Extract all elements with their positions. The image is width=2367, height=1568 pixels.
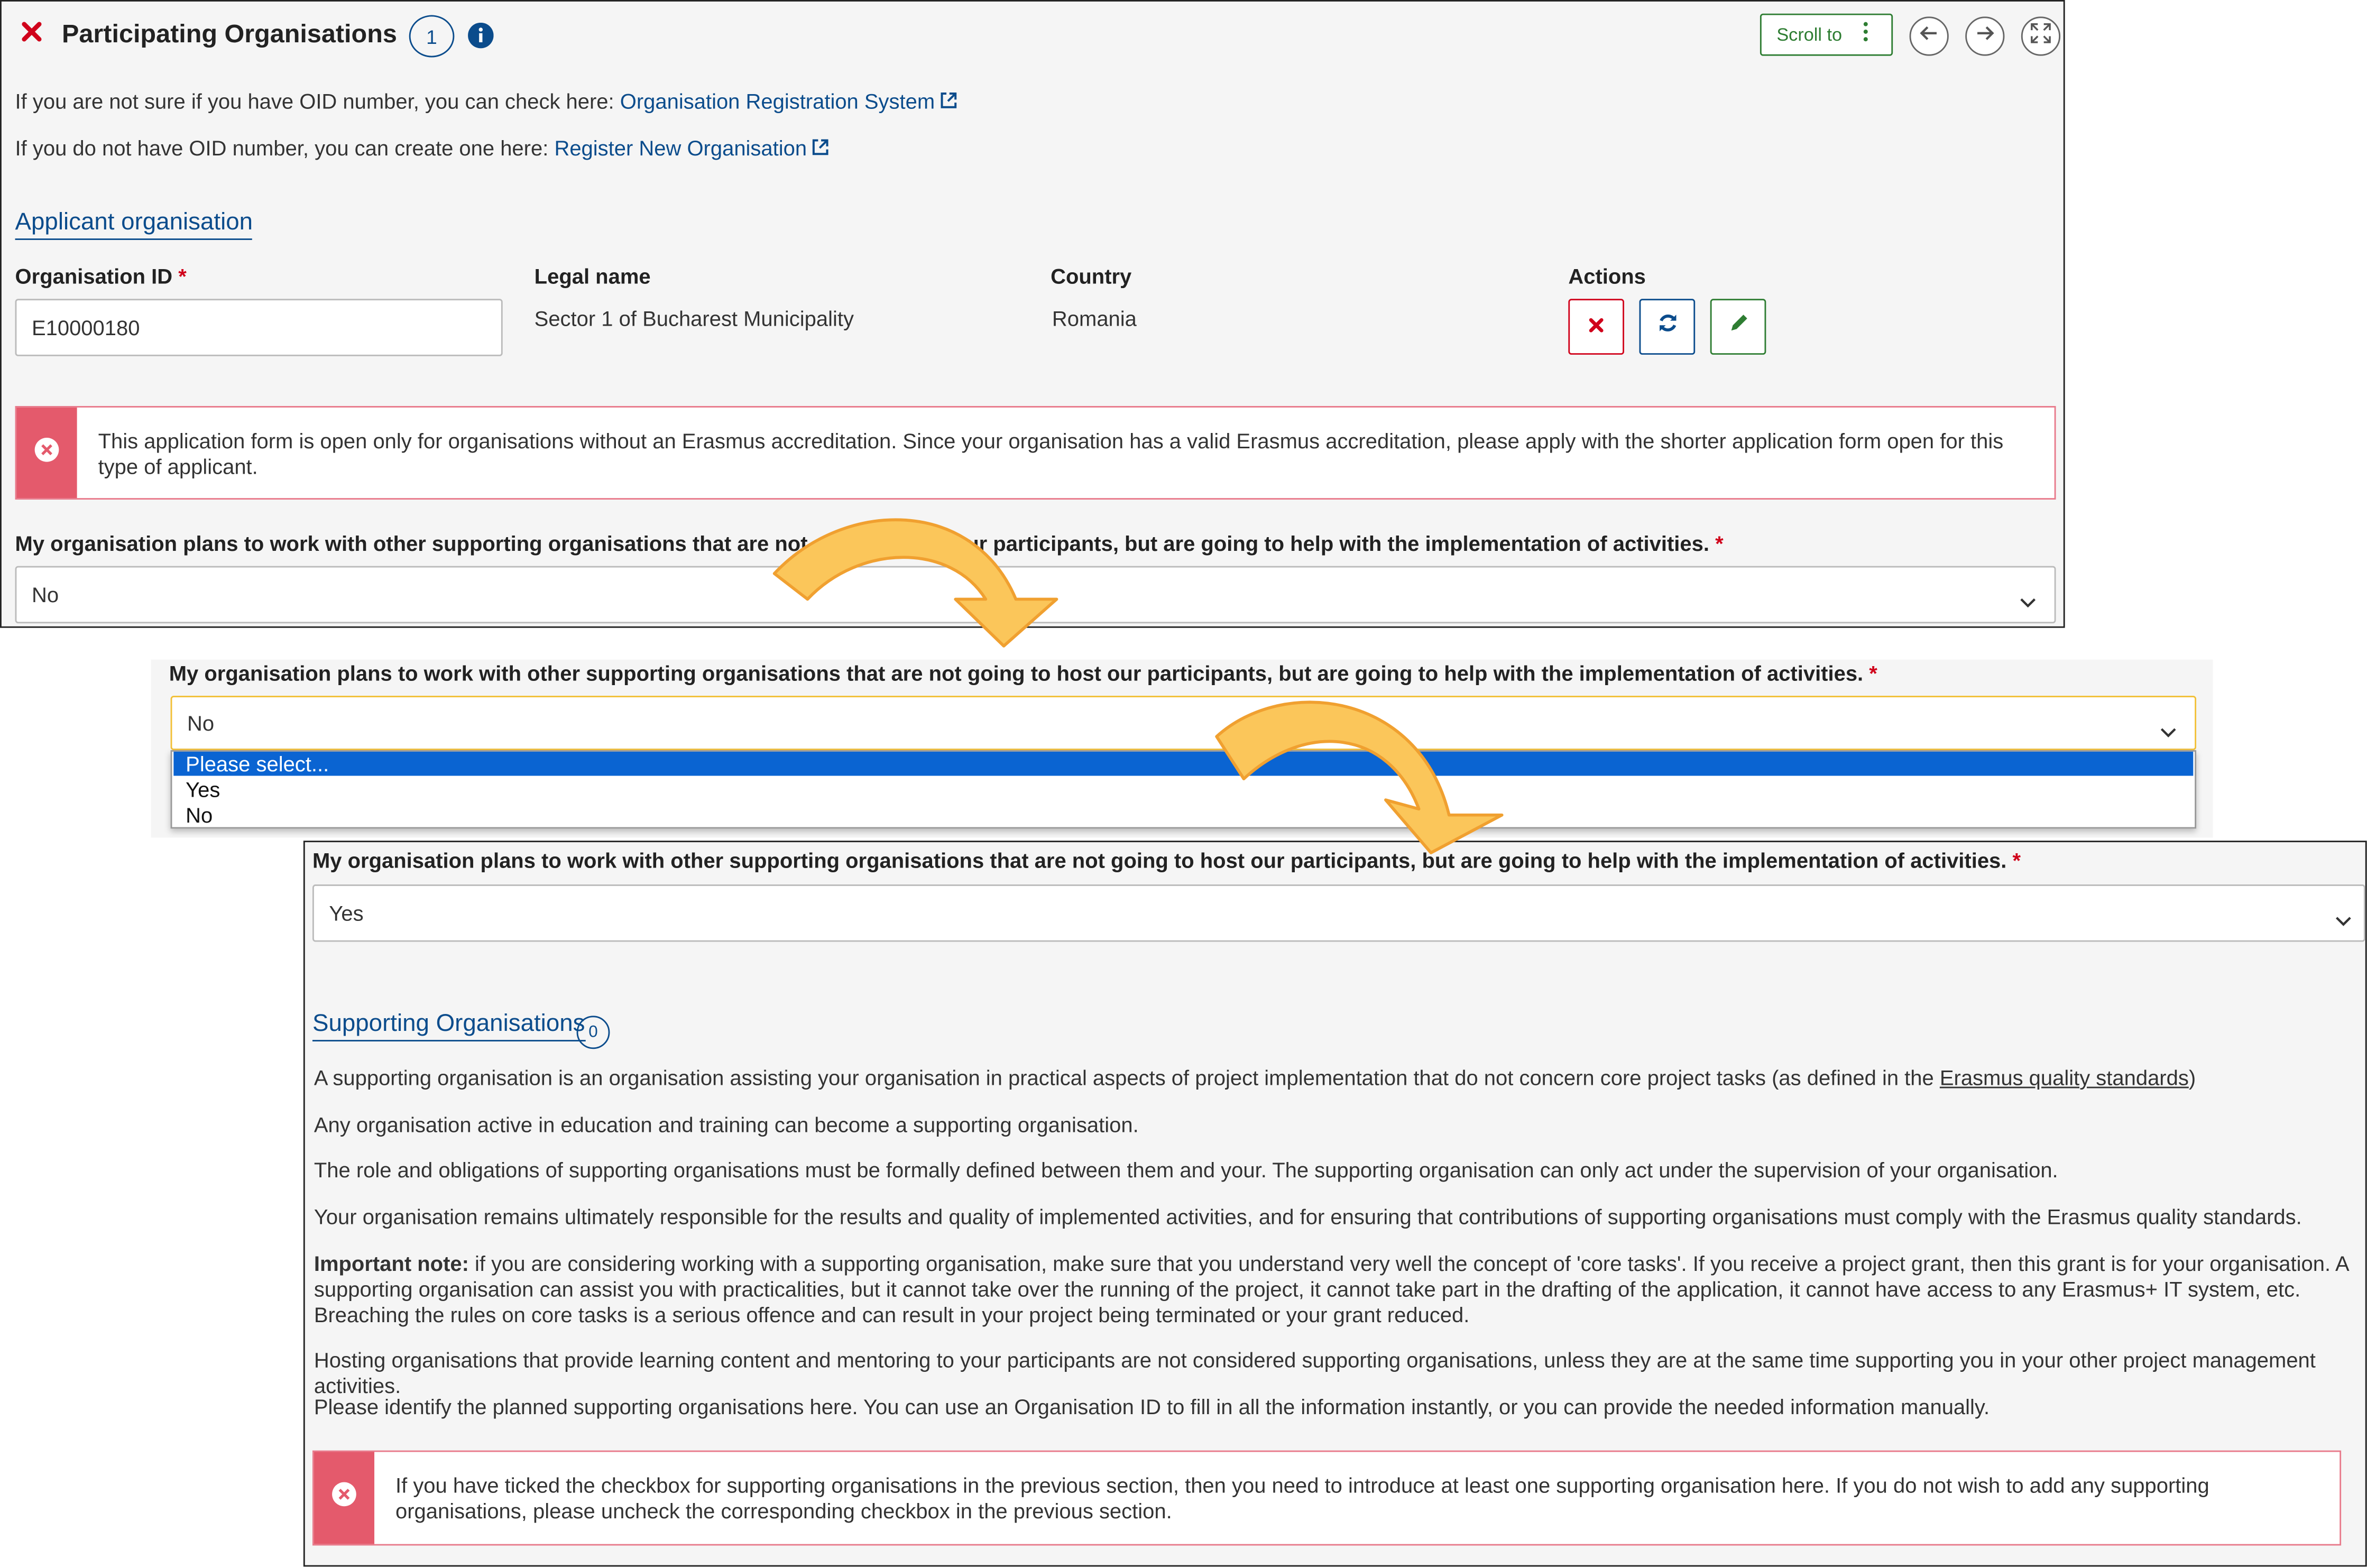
annotation-arrow-1 [772,518,1058,648]
refresh-icon [1656,312,1678,341]
option-no[interactable]: No [173,803,2193,827]
count-badge: 0 [576,1016,610,1049]
accreditation-alert: This application form is open only for o… [15,405,2056,500]
error-icon [330,1481,357,1516]
legal-name-label: Legal name [534,264,651,289]
chevron-down-icon [2020,588,2036,613]
legal-name-value: Sector 1 of Bucharest Municipality [534,306,854,331]
chevron-down-icon [2160,718,2177,743]
paragraph-identify: Please identify the planned supporting o… [314,1395,1990,1419]
paragraph-hosting: Hosting organisations that provide learn… [314,1348,2316,1398]
erasmus-quality-standards-link[interactable]: Erasmus quality standards [1940,1066,2189,1090]
paragraph-responsibility: Your organisation remains ultimately res… [314,1204,2302,1229]
alert-bar [314,1452,375,1544]
arrow-left-icon [1919,22,1940,50]
select-value: No [187,711,215,735]
applicant-organisation-heading: Applicant organisation [15,210,253,240]
country-label: Country [1051,264,1132,289]
dropdown-open-snapshot: My organisation plans to work with other… [151,659,2213,838]
chevron-down-icon [2335,907,2352,931]
supporting-orgs-select-open[interactable]: No [170,696,2197,750]
close-icon[interactable] [20,20,44,44]
option-please-select[interactable]: Please select... [173,751,2194,776]
supporting-organisations-heading: Supporting Organisations [312,1011,585,1041]
remove-organisation-button[interactable] [1568,299,1624,355]
options-list: Please select... Yes No [170,750,2197,829]
edit-organisation-button[interactable] [1710,299,1766,355]
country-value: Romania [1052,306,1137,331]
external-link-icon [941,89,957,113]
paragraph-role: The role and obligations of supporting o… [314,1157,2058,1182]
annotation-arrow-2 [1215,700,1504,854]
more-vertical-icon [1863,21,1869,49]
option-yes[interactable]: Yes [173,777,2193,801]
external-link-icon [813,136,829,160]
info-icon[interactable] [468,22,494,49]
register-new-organisation-link[interactable]: Register New Organisation [554,136,807,160]
close-icon [1588,313,1604,340]
actions-label: Actions [1568,264,1646,289]
oid-check-text: If you are not sure if you have OID numb… [15,89,614,114]
fullscreen-button[interactable] [2021,16,2061,56]
refresh-organisation-button[interactable] [1639,299,1696,355]
error-icon [33,436,60,471]
scroll-to-label: Scroll to [1776,24,1843,45]
supporting-organisations-panel: My organisation plans to work with other… [303,841,2367,1567]
organisation-registration-link[interactable]: Organisation Registration System [620,89,935,113]
oid-check-line: If you are not sure if you have OID numb… [15,89,957,113]
pencil-icon [1728,312,1749,341]
scroll-to-button[interactable]: Scroll to [1760,13,1893,56]
alert-text: This application form is open only for o… [98,428,2004,479]
next-button[interactable] [1965,16,2005,56]
supporting-orgs-alert: If you have ticked the checkbox for supp… [312,1450,2342,1546]
paragraph-important-note: Important note: if you are considering w… [314,1251,2348,1327]
page-title: Participating Organisations [62,20,397,49]
paragraph-eligibility: Any organisation active in education and… [314,1112,1139,1137]
supporting-orgs-question: My organisation plans to work with other… [312,848,2021,873]
oid-create-text: If you do not have OID number, you can c… [15,135,549,160]
expand-icon [2030,22,2051,50]
arrow-right-icon [1974,22,1995,50]
paragraph-definition: A supporting organisation is an organisa… [314,1065,2196,1090]
count-badge: 1 [409,15,455,58]
previous-button[interactable] [1909,16,1949,56]
supporting-orgs-select[interactable]: Yes [312,884,2365,942]
oid-create-line: If you do not have OID number, you can c… [15,136,830,160]
alert-bar [16,407,77,499]
supporting-orgs-question: My organisation plans to work with other… [169,661,1877,686]
select-value: No [31,583,59,607]
alert-text: If you have ticked the checkbox for supp… [395,1473,2209,1523]
org-id-input[interactable]: E10000180 [15,299,503,356]
select-value: Yes [329,901,364,926]
org-id-label: Organisation ID * [15,264,187,289]
